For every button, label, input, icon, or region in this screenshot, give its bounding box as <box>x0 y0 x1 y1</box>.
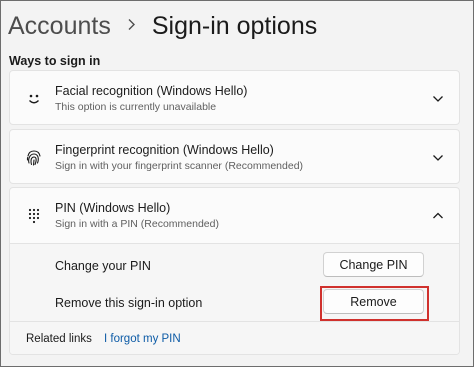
option-title: Facial recognition (Windows Hello) <box>55 84 248 98</box>
pin-keypad-icon <box>24 206 44 226</box>
option-title: PIN (Windows Hello) <box>55 201 171 215</box>
option-header[interactable]: PIN (Windows Hello) Sign in with a PIN (… <box>10 188 459 243</box>
chevron-down-icon[interactable] <box>431 92 445 106</box>
option-subtitle: Sign in with a PIN (Recommended) <box>55 218 219 230</box>
option-pin[interactable]: PIN (Windows Hello) Sign in with a PIN (… <box>9 187 460 355</box>
related-links-label: Related links <box>26 333 92 345</box>
option-title: Fingerprint recognition (Windows Hello) <box>55 143 274 157</box>
option-header[interactable]: Facial recognition (Windows Hello) This … <box>10 71 459 126</box>
option-subtitle: Sign in with your fingerprint scanner (R… <box>55 160 304 172</box>
chevron-up-icon[interactable] <box>431 209 445 223</box>
breadcrumb-chevron-icon <box>127 16 136 36</box>
option-facial-recognition[interactable]: Facial recognition (Windows Hello) This … <box>9 70 460 125</box>
page-title: Sign-in options <box>151 11 318 40</box>
breadcrumb: Accounts Sign-in options <box>8 8 317 44</box>
remove-highlight-box <box>320 286 429 321</box>
section-title: Ways to sign in <box>9 54 101 68</box>
remove-option-label: Remove this sign-in option <box>55 296 203 310</box>
fingerprint-icon <box>24 148 44 168</box>
option-subtitle: This option is currently unavailable <box>55 101 217 113</box>
change-pin-label: Change your PIN <box>55 259 151 273</box>
chevron-down-icon[interactable] <box>431 151 445 165</box>
change-pin-button[interactable]: Change PIN <box>323 252 424 277</box>
breadcrumb-accounts[interactable]: Accounts <box>8 12 111 41</box>
forgot-pin-link[interactable]: I forgot my PIN <box>104 333 181 345</box>
option-header[interactable]: Fingerprint recognition (Windows Hello) … <box>10 130 459 185</box>
option-fingerprint-recognition[interactable]: Fingerprint recognition (Windows Hello) … <box>9 129 460 184</box>
smiley-face-icon <box>24 89 44 109</box>
related-links: Related links I forgot my PIN <box>10 321 459 354</box>
